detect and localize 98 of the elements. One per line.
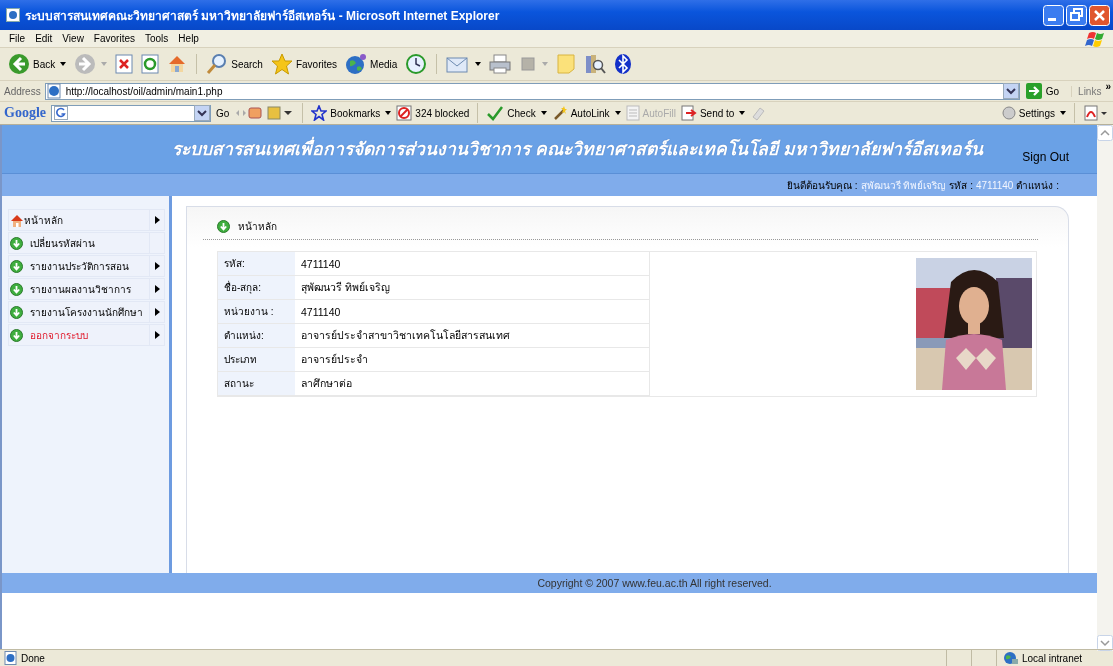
field-label: สถานะ xyxy=(218,372,295,396)
refresh-button[interactable] xyxy=(139,52,162,76)
user-code: 4711140 xyxy=(976,179,1014,191)
square-icon xyxy=(519,54,538,74)
address-label: Address xyxy=(4,85,41,97)
back-icon xyxy=(8,53,30,75)
page-icon xyxy=(45,83,62,99)
forward-icon xyxy=(74,53,97,75)
blocked-button[interactable]: 324 blocked xyxy=(396,105,470,121)
spellcheck-icon xyxy=(486,105,505,121)
media-button[interactable]: Media xyxy=(343,51,400,77)
go-button[interactable]: Go xyxy=(1023,83,1068,99)
sidebar-item[interactable]: รายงานประวัติการสอน xyxy=(8,255,165,277)
stop-button[interactable] xyxy=(113,52,136,76)
blocked-popup-icon xyxy=(396,105,413,121)
printer-icon xyxy=(489,54,512,74)
scrollbar[interactable] xyxy=(1097,125,1113,651)
search-icon xyxy=(206,53,229,75)
back-button[interactable]: Back xyxy=(6,51,69,77)
down-arrow-icon xyxy=(10,282,23,296)
sidebar-item[interactable]: รายงานผลงานวิชาการ xyxy=(8,278,165,300)
favorites-button[interactable]: Favorites xyxy=(268,51,340,77)
search-button[interactable]: Search xyxy=(204,51,265,77)
star-icon xyxy=(311,105,328,121)
site-title: ระบบสารสนเทศเพื่อการจัดการส่วนงานวิชาการ คณะวิทยาศาสตร์และเทคโนโลยี มหาวิทยาลัยฟาร์อีสเทอร์น xyxy=(172,135,1023,163)
sendto-button[interactable]: Send to xyxy=(680,105,746,121)
position-label: ตำแหน่ง : xyxy=(1016,178,1059,193)
status-text: Done xyxy=(0,651,45,665)
toolbar-icons-drawing[interactable] xyxy=(234,105,295,121)
zone-indicator: Local intranet xyxy=(996,650,1113,666)
sign-out-link[interactable]: Sign Out xyxy=(1022,150,1069,164)
globe-icon xyxy=(345,53,368,75)
eraser-icon xyxy=(750,105,767,121)
window-icon xyxy=(6,8,20,22)
user-name: สุพัฒนวรี ทิพย์เจริญ xyxy=(860,178,947,193)
menu-item[interactable]: Tools xyxy=(140,33,174,44)
down-arrow-icon xyxy=(10,305,23,319)
field-value: อาจารย์ประจำสาขาวิชาเทคโนโลยีสารสนเทศ xyxy=(295,324,650,348)
field-value: ลาศึกษาต่อ xyxy=(295,372,650,396)
field-label: หน่วยงาน : xyxy=(218,300,295,324)
field-value: อาจารย์ประจำ xyxy=(295,348,650,372)
radio-icon xyxy=(1001,106,1016,120)
send-icon xyxy=(680,105,697,121)
down-arrow-icon xyxy=(10,328,23,342)
menu-item[interactable]: File xyxy=(4,33,31,44)
down-arrow-icon xyxy=(10,259,23,273)
bookmarks-button[interactable]: Bookmarks xyxy=(311,105,392,121)
search-field[interactable] xyxy=(51,104,211,122)
arrow-icon xyxy=(1025,83,1042,99)
field-value: สุพัฒนวรี ทิพย์เจริญ xyxy=(295,276,650,300)
down-arrow-icon xyxy=(217,220,230,233)
window-title: ระบบสารสนเทศคณะวิทยาศาสตร์ มหาวิทยาลัยฟาร์อีสเทอร์น - Microsoft Internet Explorer xyxy=(25,7,501,25)
autolink-button[interactable]: AutoLink xyxy=(551,105,621,121)
sidebar-item[interactable]: หน้าหลัก xyxy=(8,209,165,231)
more-button[interactable]: » xyxy=(1105,81,1111,92)
refresh-icon xyxy=(141,54,160,74)
copyright-text: Copyright © 2007 www.feu.ac.th All right reserved. xyxy=(537,577,772,589)
links-button[interactable]: Links xyxy=(1071,85,1102,97)
books-icon xyxy=(584,53,607,75)
sidebar-item[interactable]: เปลี่ยนรหัสผ่าน xyxy=(8,232,165,254)
close-button[interactable] xyxy=(1089,4,1110,26)
star-icon xyxy=(270,53,293,75)
pdf-icon[interactable] xyxy=(1083,105,1109,121)
bluetooth-icon xyxy=(614,53,633,75)
home-icon xyxy=(167,54,188,74)
clock-icon xyxy=(405,53,428,75)
restore-button[interactable] xyxy=(1066,4,1087,26)
home-icon xyxy=(9,213,24,227)
menu-item[interactable]: View xyxy=(57,33,89,44)
sidebar-item[interactable]: ออกจากระบบ xyxy=(8,324,165,346)
field-label: ประเภท xyxy=(218,348,295,372)
menu-item[interactable]: Help xyxy=(173,33,204,44)
field-label: รหัส: xyxy=(218,252,295,276)
stop-icon xyxy=(115,54,134,74)
page-icon xyxy=(4,651,18,665)
address-field[interactable]: http://localhost/oil/admin/main1.php xyxy=(44,82,1020,100)
code-label: รหัส : xyxy=(949,178,973,193)
form-icon xyxy=(625,105,640,121)
field-label: ชื่อ-สกุล: xyxy=(218,276,295,300)
envelope-icon xyxy=(446,54,471,74)
check-button[interactable]: Check xyxy=(486,105,547,121)
go-button[interactable]: Go xyxy=(216,107,230,119)
menu-item[interactable]: Edit xyxy=(30,33,58,44)
g-icon xyxy=(54,106,68,120)
sidebar-item[interactable]: รายงานโครงงานนักศึกษา xyxy=(8,301,165,323)
welcome-label: ยินดีต้อนรับคุณ : xyxy=(787,178,858,193)
note-icon xyxy=(556,53,577,75)
minimize-button[interactable] xyxy=(1043,4,1064,26)
settings-button[interactable]: Settings xyxy=(1001,106,1066,120)
globe-icon xyxy=(1003,651,1019,665)
google-logo: Google xyxy=(4,105,46,121)
down-arrow-icon xyxy=(10,236,23,250)
field-value: 4711140 xyxy=(295,252,650,276)
menu-item[interactable]: Favorites xyxy=(88,33,140,44)
field-value: 4711140 xyxy=(295,300,650,324)
section-heading: หน้าหลัก xyxy=(238,220,277,234)
field-label: ตำแหน่ง: xyxy=(218,324,295,348)
print-button[interactable] xyxy=(487,52,514,76)
